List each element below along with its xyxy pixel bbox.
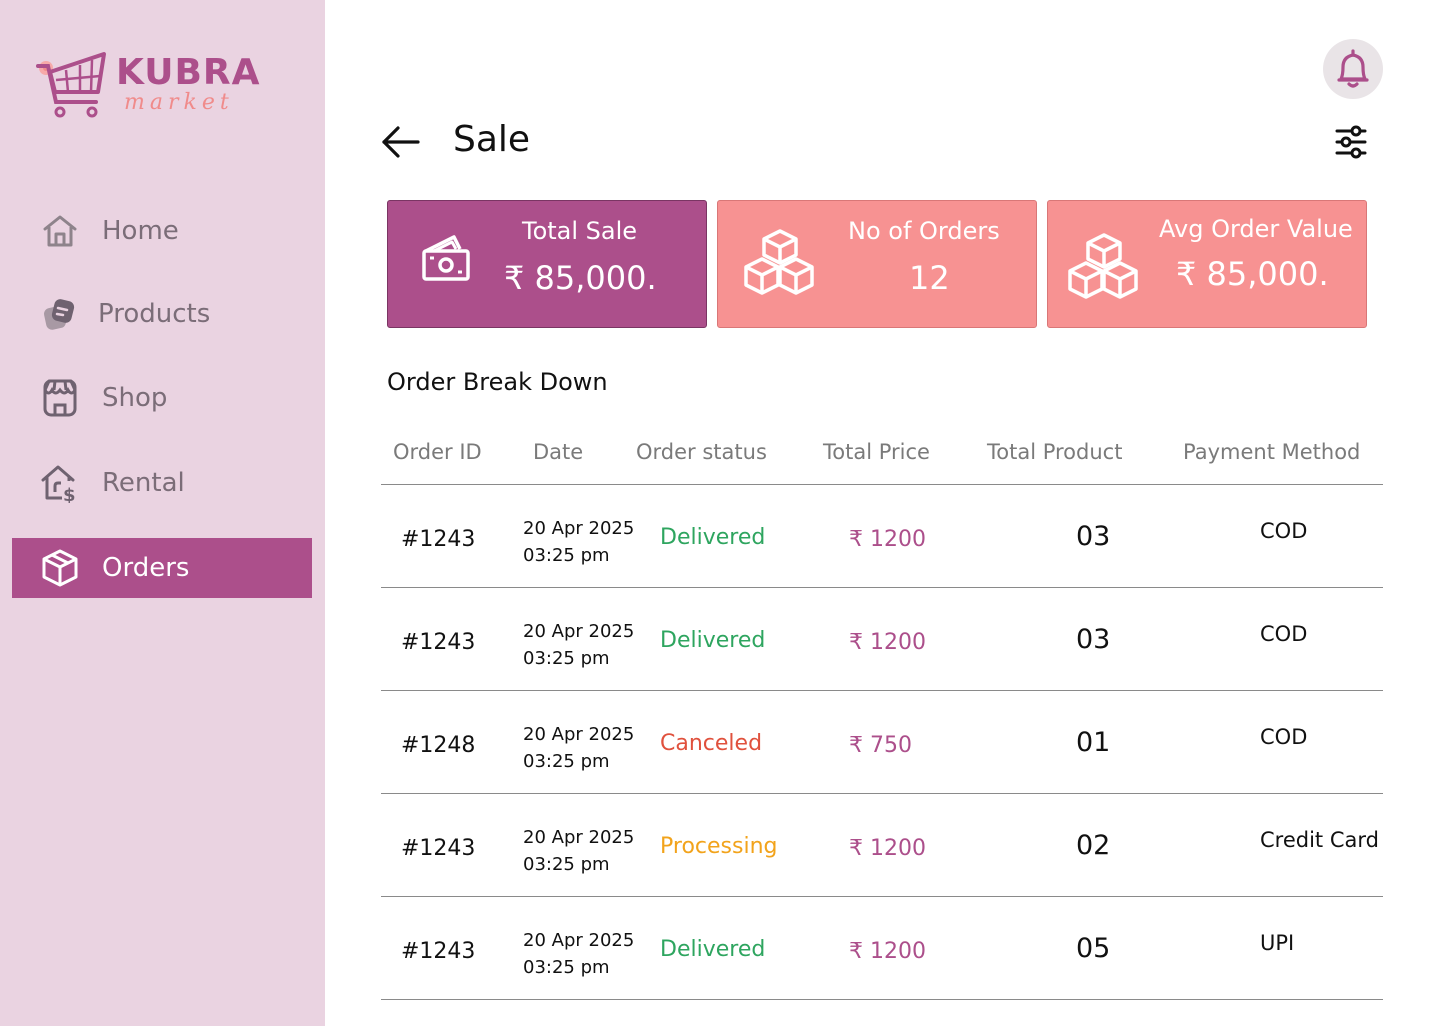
order-status: Delivered bbox=[660, 525, 766, 550]
order-product-count: 03 bbox=[1076, 521, 1111, 552]
order-date-day: 20 Apr 2025 bbox=[523, 518, 635, 539]
card-label: No of Orders bbox=[848, 217, 1000, 245]
avg-order-value-card[interactable]: Avg Order Value ₹ 85,000. bbox=[1047, 200, 1367, 328]
total-sale-card[interactable]: Total Sale ₹ 85,000. bbox=[387, 200, 707, 328]
order-date-day: 20 Apr 2025 bbox=[523, 724, 635, 745]
orders-count-card[interactable]: No of Orders 12 bbox=[717, 200, 1037, 328]
rental-icon: $ bbox=[40, 463, 80, 503]
card-label: Avg Order Value bbox=[1159, 215, 1353, 243]
boxes-icon bbox=[744, 227, 816, 301]
order-date: 20 Apr 2025 03:25 pm bbox=[523, 927, 634, 981]
order-product-count: 01 bbox=[1076, 727, 1111, 758]
order-date: 20 Apr 2025 03:25 pm bbox=[523, 618, 634, 672]
card-value: ₹ 85,000. bbox=[1176, 255, 1329, 293]
products-icon bbox=[40, 294, 80, 334]
sliders-icon bbox=[1335, 125, 1367, 159]
column-header-order-id[interactable]: Order ID bbox=[393, 440, 482, 464]
column-header-date[interactable]: Date bbox=[533, 440, 583, 464]
order-date-time: 03:25 pm bbox=[523, 957, 610, 978]
money-icon bbox=[418, 231, 474, 291]
filter-button[interactable] bbox=[1334, 124, 1368, 160]
order-id: #1243 bbox=[401, 836, 476, 861]
order-price: ₹ 1200 bbox=[849, 836, 926, 861]
table-divider bbox=[381, 999, 1383, 1000]
order-status: Processing bbox=[660, 834, 778, 859]
order-id: #1248 bbox=[401, 733, 476, 758]
back-button[interactable] bbox=[380, 122, 422, 162]
home-icon bbox=[40, 211, 80, 251]
sidebar-item-label: Rental bbox=[102, 468, 185, 498]
sidebar-item-products[interactable]: Products bbox=[12, 284, 312, 344]
order-price: ₹ 1200 bbox=[849, 630, 926, 655]
order-id: #1243 bbox=[401, 630, 476, 655]
sidebar-item-label: Shop bbox=[102, 383, 168, 413]
order-price: ₹ 750 bbox=[849, 733, 912, 758]
sidebar-item-label: Products bbox=[98, 299, 211, 329]
card-label: Total Sale bbox=[522, 217, 638, 245]
table-row[interactable]: #1243 20 Apr 2025 03:25 pm Processing ₹ 1… bbox=[381, 794, 1383, 897]
order-id: #1243 bbox=[401, 527, 476, 552]
orders-icon bbox=[40, 548, 80, 588]
sidebar-item-label: Orders bbox=[102, 553, 190, 583]
order-payment-method: UPI bbox=[1260, 931, 1295, 955]
order-product-count: 02 bbox=[1076, 830, 1111, 861]
order-date-time: 03:25 pm bbox=[523, 648, 610, 669]
column-header-order-status[interactable]: Order status bbox=[636, 440, 767, 464]
section-title: Order Break Down bbox=[387, 368, 608, 396]
order-price: ₹ 1200 bbox=[849, 527, 926, 552]
order-date: 20 Apr 2025 03:25 pm bbox=[523, 824, 634, 878]
order-date-time: 03:25 pm bbox=[523, 854, 610, 875]
brand-logo[interactable]: KUBRA market bbox=[34, 48, 264, 128]
order-date-time: 03:25 pm bbox=[523, 751, 610, 772]
order-date-time: 03:25 pm bbox=[523, 545, 610, 566]
brand-name: KUBRA bbox=[116, 52, 261, 93]
shop-icon bbox=[40, 378, 80, 418]
order-status: Delivered bbox=[660, 628, 766, 653]
order-payment-method: Credit Card bbox=[1260, 828, 1379, 852]
sidebar-item-home[interactable]: Home bbox=[12, 201, 312, 261]
sidebar-item-label: Home bbox=[102, 216, 179, 246]
column-header-total-price[interactable]: Total Price bbox=[823, 440, 930, 464]
table-row[interactable]: #1243 20 Apr 2025 03:25 pm Delivered ₹ 12… bbox=[381, 588, 1383, 691]
table-row[interactable]: #1243 20 Apr 2025 03:25 pm Delivered ₹ 12… bbox=[381, 485, 1383, 588]
order-payment-method: COD bbox=[1260, 725, 1308, 749]
order-status: Delivered bbox=[660, 937, 766, 962]
order-date-day: 20 Apr 2025 bbox=[523, 827, 635, 848]
page-title: Sale bbox=[453, 119, 531, 160]
order-date: 20 Apr 2025 03:25 pm bbox=[523, 515, 634, 569]
order-product-count: 03 bbox=[1076, 624, 1111, 655]
arrow-left-icon bbox=[382, 126, 420, 158]
order-date-day: 20 Apr 2025 bbox=[523, 621, 635, 642]
sidebar-item-rental[interactable]: $ Rental bbox=[12, 453, 312, 513]
order-status: Canceled bbox=[660, 731, 763, 756]
svg-text:$: $ bbox=[63, 485, 76, 503]
table-row[interactable]: #1248 20 Apr 2025 03:25 pm Canceled ₹ 750… bbox=[381, 691, 1383, 794]
sidebar: KUBRA market Home Products Shop $ Rental… bbox=[0, 0, 325, 1026]
card-value: ₹ 85,000. bbox=[504, 259, 657, 297]
order-payment-method: COD bbox=[1260, 519, 1308, 543]
order-date: 20 Apr 2025 03:25 pm bbox=[523, 721, 634, 775]
column-header-payment-method[interactable]: Payment Method bbox=[1183, 440, 1360, 464]
order-price: ₹ 1200 bbox=[849, 939, 926, 964]
table-row[interactable]: #1243 20 Apr 2025 03:25 pm Delivered ₹ 12… bbox=[381, 897, 1383, 1000]
cart-logo-icon bbox=[36, 52, 106, 118]
order-product-count: 05 bbox=[1076, 933, 1111, 964]
card-value: 12 bbox=[909, 259, 950, 297]
order-id: #1243 bbox=[401, 939, 476, 964]
column-header-total-product[interactable]: Total Product bbox=[987, 440, 1122, 464]
boxes-icon bbox=[1068, 231, 1140, 305]
brand-subtitle: market bbox=[124, 90, 234, 115]
bell-icon bbox=[1337, 49, 1369, 88]
sidebar-item-orders[interactable]: Orders bbox=[12, 538, 312, 598]
sidebar-item-shop[interactable]: Shop bbox=[12, 368, 312, 428]
order-date-day: 20 Apr 2025 bbox=[523, 930, 635, 951]
notifications-button[interactable] bbox=[1323, 39, 1383, 99]
order-payment-method: COD bbox=[1260, 622, 1308, 646]
